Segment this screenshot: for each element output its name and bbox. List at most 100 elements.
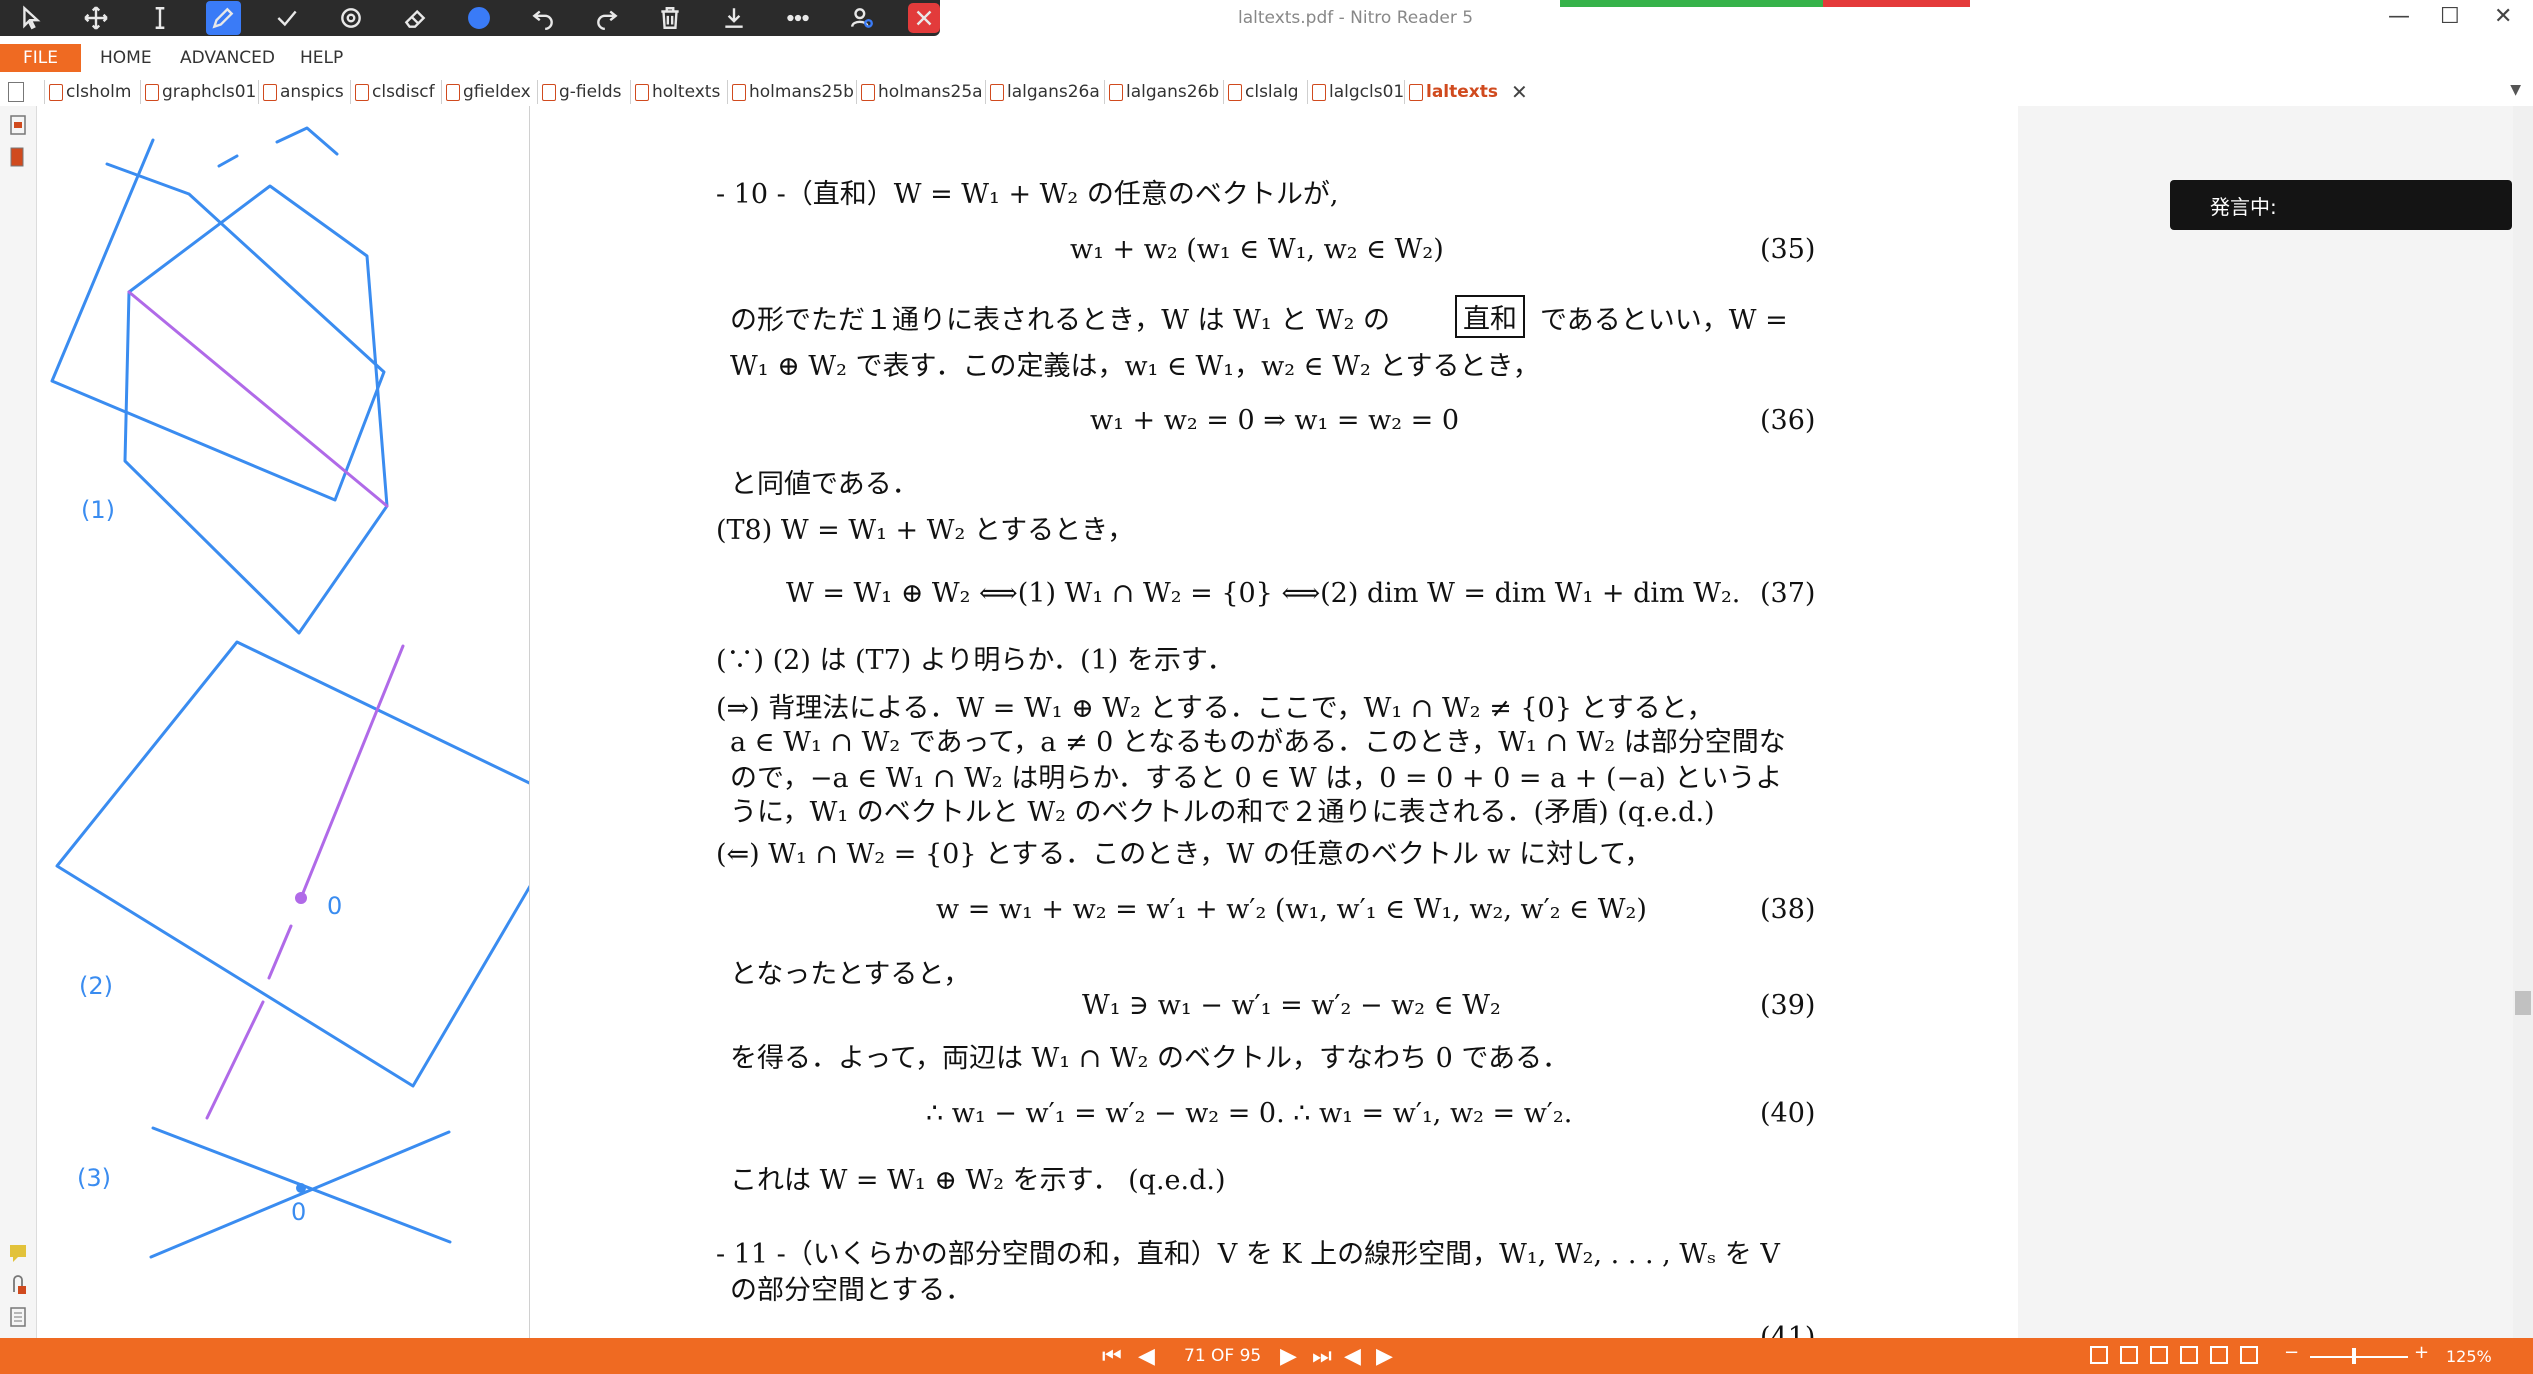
back-view-icon[interactable]: ◀ [1344,1344,1361,1369]
previous-page-icon[interactable]: ◀ [1138,1344,1155,1369]
tab-label: g-fields [559,82,622,102]
tab-holtexts[interactable]: holtexts [630,80,720,104]
sketch-label-1: (1) [81,496,115,524]
tab-anspics[interactable]: anspics [258,80,344,104]
more-icon[interactable] [780,1,816,35]
comments-icon[interactable] [8,1242,28,1264]
tab-clsholm[interactable]: clsholm [44,80,131,104]
status-bar: ⏮ ◀ 71 OF 95 ▶ ⏭ ◀ ▶ − + 125% [0,1338,2533,1374]
maximize-button[interactable]: ☐ [2440,4,2460,29]
sketch-zero-mark-2: 0 [291,1198,306,1226]
menu-help[interactable]: HELP [300,48,343,68]
user-settings-icon[interactable] [844,1,880,35]
tab-gfieldex[interactable]: gfieldex [441,80,531,104]
tab-clsdiscf[interactable]: clsdiscf [350,80,435,104]
color-picker-icon[interactable] [461,1,497,35]
tab-close-button[interactable]: ✕ [1511,80,1528,104]
fit-width-icon[interactable] [2210,1346,2228,1364]
section-10-heading: - 10 -（直和）W = W₁ + W₂ の任意のベクトルが, [716,179,1339,210]
facing-continuous-view-icon[interactable] [2180,1346,2198,1364]
zoom-out-button[interactable]: − [2284,1342,2299,1363]
pen-icon[interactable] [205,1,242,35]
tab-page-icon[interactable] [4,80,24,104]
window-title: laltexts.pdf - Nitro Reader 5 [1238,8,1474,28]
eraser-icon[interactable] [397,1,433,35]
pdf-icon [1228,83,1242,101]
pdf-icon [635,83,649,101]
tab-holmans25b[interactable]: holmans25b [727,80,854,104]
paragraph-line: であるといい，W = [1540,305,1788,336]
tab-label: clsdiscf [372,82,435,102]
zoom-slider-thumb[interactable] [2352,1348,2356,1364]
tab-label: gfieldex [463,82,531,102]
zoom-in-button[interactable]: + [2414,1342,2429,1363]
tab-holmans25a[interactable]: holmans25a [856,80,983,104]
equation-35: w₁ + w₂ (w₁ ∈ W₁, w₂ ∈ W₂) [1070,234,1444,265]
eqno-38: (38) [1760,894,1816,925]
tab-label: lalgcls01 [1329,82,1405,102]
fit-page-icon[interactable] [2240,1346,2258,1364]
single-page-view-icon[interactable] [2090,1346,2108,1364]
minimize-button[interactable]: — [2388,4,2410,29]
pdf-icon [1109,83,1123,101]
ink-sketch-panel[interactable]: (1) (2) (3) 0 0 [37,106,579,1338]
bookmark-icon[interactable] [8,114,28,136]
equation-36: w₁ + w₂ = 0 ⇒ w₁ = w₂ = 0 [1090,405,1460,436]
forward-view-icon[interactable]: ▶ [1376,1344,1393,1369]
tab-g-fields[interactable]: g-fields [537,80,621,104]
pages-icon[interactable] [8,146,28,168]
next-page-icon[interactable]: ▶ [1280,1344,1297,1369]
window-close-button[interactable]: ✕ [2494,4,2512,29]
zoom-slider[interactable] [2310,1356,2408,1358]
pdf-icon [263,83,277,101]
facing-view-icon[interactable] [2150,1346,2168,1364]
vertical-scrollbar[interactable] [2513,106,2533,1338]
paragraph-line: これは W = W₁ ⊕ W₂ を示す． (q.e.d.) [730,1165,1226,1196]
paragraph-line: うに，W₁ のベクトルと W₂ のベクトルの和で２通りに表される．(矛盾) (q… [730,797,1715,828]
pdf-icon [49,83,63,101]
menu-home[interactable]: HOME [100,48,152,68]
sketch-label-2: (2) [79,972,113,1000]
drawing-toolbar [0,0,941,36]
menu-advanced[interactable]: ADVANCED [180,48,275,68]
first-page-icon[interactable]: ⏮ [1102,1344,1122,1369]
equation-39: W₁ ∋ w₁ − w′₁ = w′₂ − w₂ ∈ W₂ [1082,990,1501,1021]
zoom-level[interactable]: 125% [2446,1347,2492,1366]
page-indicator[interactable]: 71 OF 95 [1184,1346,1261,1366]
sketch-point-2 [295,892,307,904]
tab-laltexts[interactable]: laltexts ✕ [1404,80,1528,104]
tab-lalgcls01[interactable]: lalgcls01 [1307,80,1404,104]
attachments-icon[interactable] [8,1274,28,1296]
tab-label: holmans25b [749,82,854,102]
sketch-plane-2 [55,640,579,1088]
pdf-icon [1409,83,1423,101]
undo-icon[interactable] [525,1,561,35]
paragraph-line: の形でただ１通りに表されるとき，W は W₁ と W₂ の [730,305,1391,336]
close-toolbar-icon[interactable] [907,3,941,33]
pan-move-icon[interactable] [78,1,114,35]
redo-icon[interactable] [589,1,625,35]
tab-label: graphcls01 [162,82,257,102]
tab-overflow-chevron-icon[interactable]: ▼ [2510,82,2521,98]
menu-file[interactable]: FILE [0,44,81,72]
tab-lalgans26b[interactable]: lalgans26b [1104,80,1219,104]
highlighter-icon[interactable] [333,1,369,35]
continuous-view-icon[interactable] [2120,1346,2138,1364]
tab-label: clsholm [66,82,132,102]
tab-lalgans26a[interactable]: lalgans26a [985,80,1100,104]
tab-label: clslalg [1245,82,1299,102]
download-icon[interactable] [716,1,752,35]
theorem-t8: (T8) W = W₁ + W₂ とするとき， [716,515,1135,546]
text-cursor-icon[interactable] [142,1,178,35]
layers-icon[interactable] [8,1306,28,1328]
trash-icon[interactable] [652,1,688,35]
tab-clslalg[interactable]: clslalg [1223,80,1299,104]
eqno-41: (41) [1760,1322,1816,1338]
paragraph-line: a ∈ W₁ ∩ W₂ であって，a ≠ 0 となるものがある．このとき，W₁ … [730,727,1786,758]
checkmark-icon[interactable] [269,1,305,35]
scrollbar-thumb[interactable] [2515,991,2531,1015]
last-page-icon[interactable]: ⏭ [1312,1344,1332,1369]
tab-graphcls01[interactable]: graphcls01 [140,80,256,104]
select-arrow-icon[interactable] [14,1,50,35]
sketch-zero-mark-1: 0 [327,892,342,920]
